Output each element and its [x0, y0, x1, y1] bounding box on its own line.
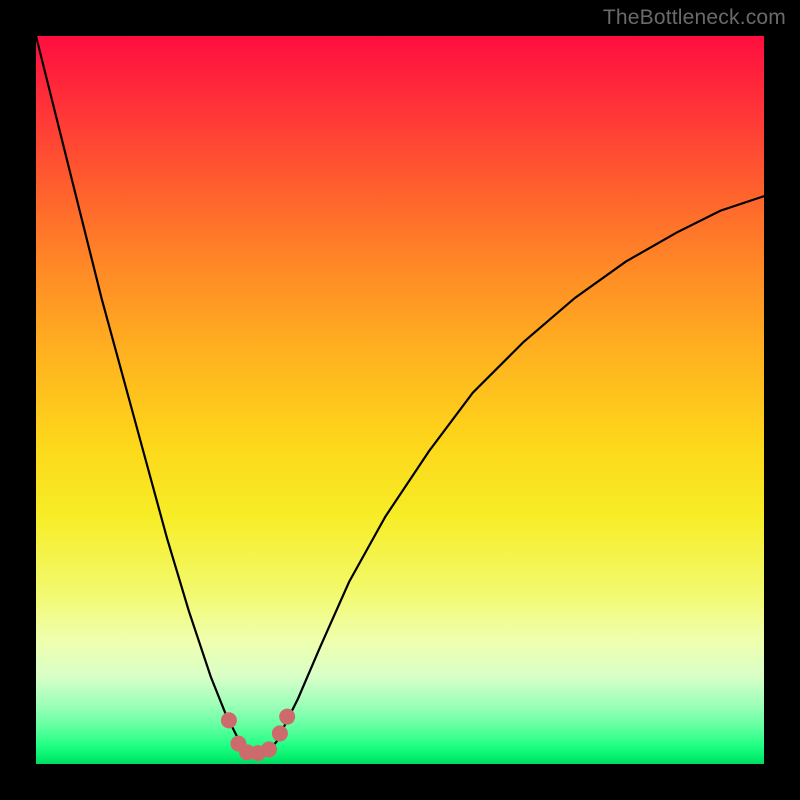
valley-marker	[272, 725, 288, 741]
bottleneck-curve	[36, 36, 764, 753]
valley-marker	[221, 712, 237, 728]
watermark-text: TheBottleneck.com	[603, 6, 786, 30]
valley-marker	[279, 709, 295, 725]
chart-frame: TheBottleneck.com	[0, 0, 800, 800]
chart-svg	[36, 36, 764, 764]
valley-markers	[221, 709, 295, 761]
plot-area	[36, 36, 764, 764]
valley-marker	[261, 741, 277, 757]
